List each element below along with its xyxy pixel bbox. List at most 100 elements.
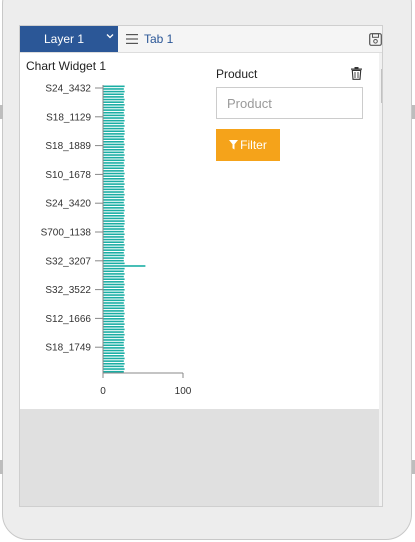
chart-bar bbox=[103, 238, 125, 241]
chart-bar bbox=[103, 183, 125, 185]
chart-bar bbox=[103, 307, 125, 310]
chart-bar bbox=[103, 185, 124, 188]
chart-bar bbox=[103, 244, 125, 246]
tab-bar: Layer 1 Tab 1 bbox=[20, 26, 382, 53]
chart-bar bbox=[103, 162, 124, 164]
tab-label: Tab 1 bbox=[144, 32, 174, 46]
chart-bar bbox=[103, 133, 125, 135]
chart-bar bbox=[103, 215, 125, 217]
chart-bar bbox=[103, 212, 124, 214]
chart-bar bbox=[103, 193, 125, 196]
menu-icon[interactable] bbox=[126, 34, 138, 44]
chart-bar bbox=[103, 310, 124, 312]
chart-bar bbox=[103, 141, 124, 143]
bar-chart: S24_3432 S18_1129 S18_1889 S10_1678 S24_3420… bbox=[41, 84, 192, 398]
chart-bar bbox=[103, 143, 125, 146]
chart-bar bbox=[103, 167, 124, 170]
side-button-left-bottom bbox=[0, 460, 3, 474]
chart-bar bbox=[103, 318, 125, 320]
chart-bar bbox=[103, 251, 124, 254]
save-icon[interactable] bbox=[369, 33, 382, 46]
layer-label: Layer 1 bbox=[44, 32, 85, 46]
chart-bar bbox=[103, 273, 125, 275]
chart-bar bbox=[103, 230, 124, 233]
chart-bar bbox=[103, 320, 124, 323]
chart-bar bbox=[103, 246, 124, 249]
chart-bar bbox=[103, 117, 124, 119]
chevron-down-icon[interactable] bbox=[106, 32, 114, 40]
chart-y-tick-label: S700_1138 bbox=[41, 228, 92, 239]
chart-bar bbox=[103, 312, 125, 315]
chart-bar bbox=[103, 146, 124, 148]
chart-bar bbox=[103, 154, 125, 156]
chart-bar bbox=[103, 368, 125, 370]
chart-bar bbox=[103, 125, 125, 127]
scroll-up-arrow-icon[interactable] bbox=[382, 56, 383, 61]
chart-bar bbox=[103, 93, 124, 96]
trash-icon[interactable] bbox=[350, 67, 363, 80]
chart-bar bbox=[103, 170, 124, 172]
layer-selector[interactable]: Layer 1 bbox=[20, 26, 118, 52]
chart-bar bbox=[103, 209, 125, 212]
chart-bar bbox=[103, 220, 125, 222]
chart-bar bbox=[103, 286, 124, 288]
chart-bar bbox=[103, 328, 125, 331]
chart-bar bbox=[103, 148, 125, 151]
scroll-down-arrow-icon[interactable] bbox=[382, 496, 383, 501]
chart-bar bbox=[103, 101, 124, 103]
chart-bar bbox=[103, 283, 125, 286]
vertical-scrollbar[interactable] bbox=[379, 53, 383, 506]
side-button-left-top bbox=[0, 105, 3, 119]
chart-bar bbox=[103, 262, 125, 265]
chart-bar bbox=[103, 104, 125, 106]
chart-bar bbox=[103, 299, 125, 302]
chart-bar bbox=[103, 114, 125, 117]
chart-bar bbox=[103, 257, 124, 259]
chart-bar bbox=[103, 360, 124, 362]
chart-bar bbox=[103, 349, 124, 352]
scrollbar-thumb[interactable] bbox=[381, 69, 382, 103]
chart-y-tick-label: S18_1129 bbox=[46, 112, 91, 123]
filter-icon bbox=[229, 140, 239, 150]
chart-bar bbox=[103, 254, 125, 257]
chart-bar bbox=[103, 188, 125, 191]
chart-bar bbox=[103, 151, 124, 154]
chart-bar bbox=[103, 217, 124, 220]
chart-bar bbox=[103, 109, 125, 111]
chart-bar bbox=[103, 175, 124, 177]
chart-bar bbox=[103, 315, 124, 317]
chart-bar bbox=[103, 281, 124, 283]
chart-bar bbox=[103, 135, 124, 138]
chart-bar bbox=[103, 119, 125, 122]
chart-bar bbox=[103, 88, 124, 90]
chart-bar bbox=[103, 225, 124, 228]
chart-bar bbox=[103, 164, 125, 167]
chart-bar bbox=[103, 302, 124, 304]
chart-bar bbox=[103, 323, 125, 325]
chart-bar bbox=[103, 178, 125, 180]
chart-bar bbox=[103, 344, 124, 347]
chart-bar bbox=[103, 339, 125, 341]
chart-y-tick-label: S24_3432 bbox=[45, 84, 91, 95]
chart-y-tick-label: S24_3420 bbox=[45, 199, 91, 210]
chart-bar bbox=[103, 333, 125, 336]
chart-bar bbox=[103, 365, 124, 368]
chart-y-tick-label: S18_1749 bbox=[45, 343, 91, 354]
chart-bar bbox=[103, 96, 124, 98]
product-filter-input[interactable] bbox=[216, 87, 363, 119]
chart-bar bbox=[103, 362, 125, 365]
chart-y-tick-label: S32_3207 bbox=[45, 256, 91, 267]
chart-bar bbox=[103, 304, 125, 307]
chart-bar bbox=[103, 106, 124, 109]
chart-y-tick-label: S32_3522 bbox=[45, 285, 91, 296]
chart-bar bbox=[103, 201, 124, 204]
chart-bar bbox=[103, 355, 124, 357]
chart-bar bbox=[103, 122, 124, 125]
chart-bar bbox=[103, 98, 125, 101]
chart-bar bbox=[103, 199, 125, 201]
chart-bar bbox=[103, 138, 125, 140]
chart-bar bbox=[103, 90, 125, 93]
chart-bar bbox=[103, 352, 125, 354]
chart-bar bbox=[103, 222, 125, 225]
filter-button[interactable]: Filter bbox=[216, 129, 280, 161]
